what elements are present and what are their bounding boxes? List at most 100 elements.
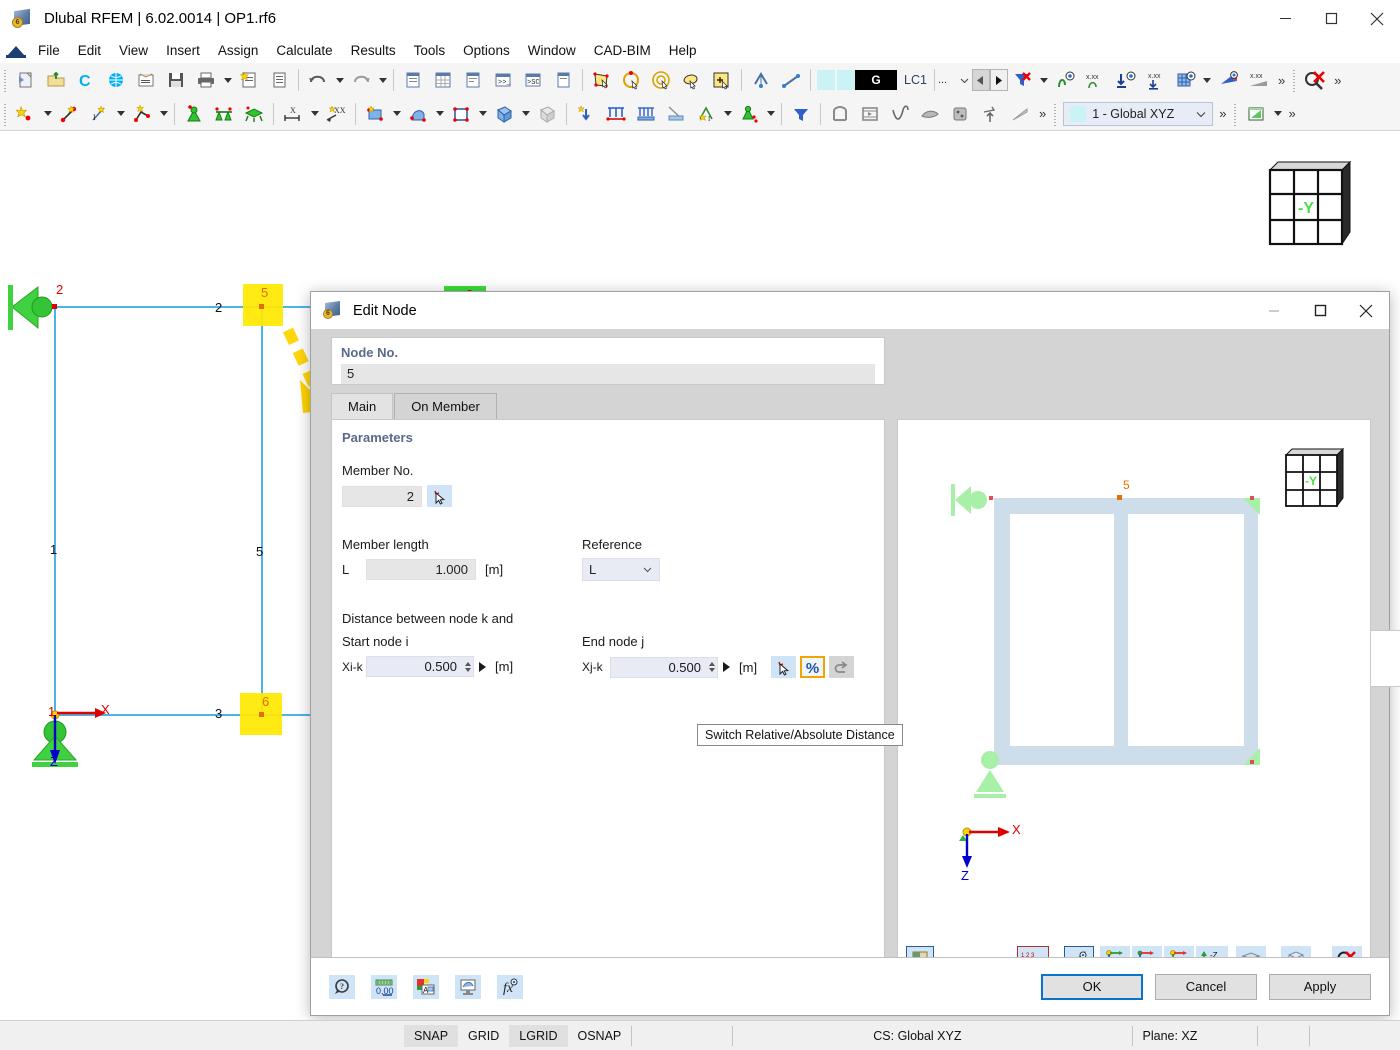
delete-solid-icon[interactable] <box>533 100 561 128</box>
line-load-icon[interactable] <box>602 100 630 128</box>
console-icon[interactable]: >>_ <box>489 66 517 94</box>
imperfection-icon[interactable] <box>735 100 763 128</box>
save-icon[interactable] <box>162 66 190 94</box>
diagram-value-icon[interactable]: x.xx <box>1245 66 1273 94</box>
render-frame-icon[interactable] <box>826 100 854 128</box>
dimension-x-icon[interactable]: X <box>279 100 307 128</box>
animation-icon[interactable] <box>856 100 884 128</box>
status-lgrid[interactable]: LGRID <box>509 1024 568 1047</box>
menu-file[interactable]: File <box>29 40 69 61</box>
new-solid-dropdown-caret[interactable] <box>519 100 532 128</box>
start-node-spinner[interactable] <box>462 656 473 677</box>
deformation-value-icon[interactable]: x.xx <box>1082 66 1110 94</box>
display-properties-button[interactable]: A <box>413 974 439 999</box>
apply-button[interactable]: Apply <box>1269 973 1371 1000</box>
visibility-button[interactable] <box>455 974 481 999</box>
pick-distance-button[interactable] <box>771 656 797 678</box>
new-report-icon[interactable] <box>235 66 263 94</box>
filter-results-icon[interactable] <box>787 100 815 128</box>
redo-dropdown-caret[interactable] <box>376 66 389 94</box>
new-surface-dropdown-caret[interactable] <box>390 100 403 128</box>
toolbar-overflow-3[interactable]: » <box>1035 106 1050 121</box>
new-line-dropdown-caret[interactable] <box>114 100 127 128</box>
show-support-reactions-icon[interactable] <box>1112 66 1140 94</box>
menu-window[interactable]: Window <box>519 40 585 61</box>
snap-grid-icon[interactable] <box>747 66 775 94</box>
new-line-support-icon[interactable] <box>210 100 238 128</box>
window-close-button[interactable] <box>1354 0 1400 38</box>
show-surface-results-icon[interactable] <box>1172 66 1200 94</box>
list-panel-icon[interactable] <box>459 66 487 94</box>
node-number-field[interactable]: 5 <box>341 364 875 384</box>
toolbar-grip-4[interactable] <box>1052 101 1060 126</box>
free-load-dropdown-caret[interactable] <box>721 100 734 128</box>
filter-dropdown-caret[interactable] <box>1038 66 1051 94</box>
zoom-reset-icon[interactable] <box>1301 66 1329 94</box>
filter-clear-icon[interactable] <box>1009 66 1037 94</box>
toolbar-overflow-5[interactable]: » <box>1284 106 1299 121</box>
redo-icon[interactable] <box>347 66 375 94</box>
load-case-prev-button[interactable] <box>971 69 990 91</box>
select-circle-icon[interactable] <box>618 66 646 94</box>
dialog-minimize-button[interactable] <box>1251 292 1297 329</box>
solid-view-icon[interactable] <box>946 100 974 128</box>
report-icon[interactable] <box>265 66 293 94</box>
window-maximize-button[interactable] <box>1308 0 1354 38</box>
cloud-c-icon[interactable]: C <box>72 66 100 94</box>
menu-cad-bim[interactable]: CAD-BIM <box>585 40 660 61</box>
navigator-panel-icon[interactable] <box>399 66 427 94</box>
nodal-load-icon[interactable] <box>572 100 600 128</box>
show-deformation-icon[interactable] <box>1052 66 1080 94</box>
menu-results[interactable]: Results <box>342 40 405 61</box>
select-lasso-icon[interactable] <box>678 66 706 94</box>
dialog-close-button[interactable] <box>1343 292 1389 329</box>
load-case-dropdown[interactable]: ... <box>933 69 972 91</box>
surface-results-dropdown-caret[interactable] <box>1201 66 1214 94</box>
coordinate-system-combo[interactable]: 1 - Global XYZ <box>1063 101 1214 126</box>
reference-combo[interactable]: L <box>582 558 660 581</box>
line-taper-icon[interactable] <box>1006 100 1034 128</box>
new-model-icon[interactable] <box>12 66 40 94</box>
new-curved-surface-icon[interactable] <box>404 100 432 128</box>
show-diagram-icon[interactable] <box>1215 66 1243 94</box>
dimension-xx-icon[interactable]: XX <box>322 100 350 128</box>
table-panel-icon[interactable] <box>429 66 457 94</box>
load-case-next-button[interactable] <box>989 69 1008 91</box>
toolbar-grip-3[interactable] <box>2 101 9 126</box>
menu-tools[interactable]: Tools <box>405 40 455 61</box>
printout-icon[interactable] <box>549 66 577 94</box>
model-info-icon[interactable] <box>132 66 160 94</box>
results-table-icon[interactable] <box>1242 100 1270 128</box>
ok-button[interactable]: OK <box>1041 973 1143 1000</box>
print-dropdown-caret[interactable] <box>221 66 234 94</box>
select-surface-icon[interactable] <box>588 66 616 94</box>
script-icon[interactable]: >SC <box>519 66 547 94</box>
new-opening-icon[interactable] <box>447 100 475 128</box>
cancel-button[interactable]: Cancel <box>1155 973 1257 1000</box>
new-node-icon[interactable] <box>12 100 40 128</box>
new-polyline-dropdown-caret[interactable] <box>157 100 170 128</box>
toolbar-grip[interactable] <box>2 68 9 92</box>
free-load-icon[interactable]: I <box>692 100 720 128</box>
imperfection-dropdown-caret[interactable] <box>764 100 777 128</box>
pick-member-button[interactable] <box>427 485 452 507</box>
window-minimize-button[interactable] <box>1262 0 1308 38</box>
surface-load-icon[interactable] <box>632 100 660 128</box>
dimension-dropdown-caret[interactable] <box>308 100 321 128</box>
open-folder-icon[interactable] <box>42 66 70 94</box>
menu-calculate[interactable]: Calculate <box>267 40 341 61</box>
menu-edit[interactable]: Edit <box>69 40 110 61</box>
tab-main[interactable]: Main <box>331 393 394 419</box>
units-button[interactable]: 0,00 <box>371 974 397 999</box>
mode-shape-icon[interactable] <box>886 100 914 128</box>
new-node-dropdown-caret[interactable] <box>41 100 54 128</box>
undo-dropdown-caret[interactable] <box>333 66 346 94</box>
status-grid[interactable]: GRID <box>458 1025 509 1047</box>
new-surface-support-icon[interactable] <box>240 100 268 128</box>
menu-options[interactable]: Options <box>454 40 519 61</box>
end-node-spinner[interactable] <box>706 657 717 678</box>
preview-navigation-cube[interactable]: -Y <box>1278 442 1348 517</box>
toolbar-overflow-4[interactable]: » <box>1215 106 1230 121</box>
new-opening-dropdown-caret[interactable] <box>476 100 489 128</box>
undo-icon[interactable] <box>304 66 332 94</box>
